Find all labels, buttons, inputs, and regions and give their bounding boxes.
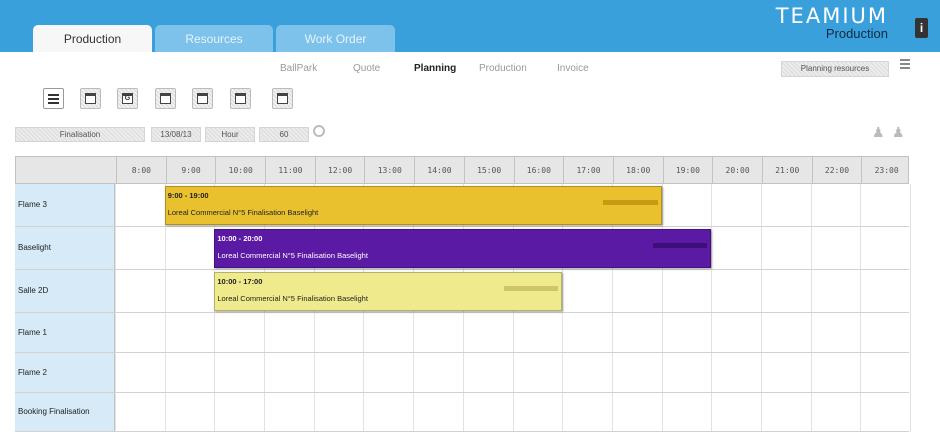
info-icon[interactable]: i (915, 18, 928, 38)
planning-grid: 8:00 9:00 10:00 11:00 12:00 13:00 14:00 15:00 16… (15, 156, 911, 432)
hour-header: 11:00 (265, 157, 315, 184)
tab-work-order[interactable]: Work Order (276, 25, 395, 52)
hour-header: 20:00 (712, 157, 762, 184)
event-progress-stripe (652, 243, 708, 248)
hour-header: 14:00 (414, 157, 464, 184)
hour-header: 18:00 (612, 157, 663, 184)
hour-header: 23:00 (861, 157, 911, 184)
toolbar-glyph-text: G (124, 95, 131, 102)
event-time: 10:00 - 20:00 (217, 234, 263, 243)
calendar-split-icon[interactable] (230, 88, 251, 109)
resource-label: Booking Finalisation (15, 393, 115, 431)
refresh-icon[interactable] (313, 125, 325, 137)
tab-production[interactable]: Production (33, 25, 152, 52)
calendar-day-icon-glyph (160, 93, 171, 104)
planning-resources-button[interactable]: Planning resources (781, 61, 889, 77)
calendar-split-icon-glyph (235, 93, 246, 104)
subnav-quote[interactable]: Quote (353, 63, 380, 74)
event-title: Loreal Commercial N°5 Finalisation Basel… (167, 208, 319, 217)
resource-row[interactable]: Flame 1 (15, 313, 909, 353)
booking-event[interactable]: 10:00 - 17:00 Loreal Commercial N°5 Final… (214, 272, 563, 311)
category-field[interactable]: Finalisation (15, 127, 145, 142)
grid-line (910, 184, 911, 432)
hour-header: 21:00 (761, 157, 812, 184)
grid-g-icon[interactable]: G (117, 88, 138, 109)
hour-header: 8:00 (116, 157, 166, 184)
resource-label: Flame 3 (15, 184, 115, 226)
list-menu-icon[interactable] (900, 59, 910, 73)
event-title: Loreal Commercial N°5 Finalisation Basel… (217, 251, 368, 260)
resource-row[interactable]: Booking Finalisation (15, 393, 909, 432)
calendar-day-icon[interactable] (155, 88, 176, 109)
hour-header: 15:00 (463, 157, 514, 184)
subnav-invoice[interactable]: Invoice (557, 63, 589, 74)
teamium-logo: TEAMIUM Production (776, 6, 888, 41)
event-progress-stripe (503, 286, 559, 291)
hour-header: 9:00 (165, 157, 216, 184)
tab-resources[interactable]: Resources (155, 25, 273, 52)
hour-header: 19:00 (662, 157, 713, 184)
resource-row[interactable]: Flame 2 (15, 353, 909, 393)
calendar-week-icon-glyph (197, 93, 208, 104)
event-progress-stripe (602, 200, 658, 205)
hour-header: 10:00 (215, 157, 265, 184)
hour-header: 22:00 (811, 157, 862, 184)
booking-event[interactable]: 9:00 - 19:00 Loreal Commercial N°5 Finali… (164, 186, 662, 225)
logo-brand: TEAMIUM (775, 4, 888, 28)
subnav-production[interactable]: Production (479, 63, 527, 74)
list-view-icon-glyph (85, 93, 96, 104)
logo-product: Production (825, 26, 888, 41)
hamburger-menu-icon[interactable] (43, 88, 64, 109)
event-time: 9:00 - 19:00 (167, 191, 209, 200)
hour-header: 12:00 (314, 157, 365, 184)
resource-label: Flame 1 (15, 313, 115, 352)
resource-label: Flame 2 (15, 353, 115, 392)
subnav-ballpark[interactable]: BallPark (280, 63, 317, 74)
calendar-week-icon[interactable] (192, 88, 213, 109)
resource-label: Salle 2D (15, 270, 115, 312)
calendar-month-icon-glyph (277, 93, 288, 104)
add-person-icon[interactable]: ♟ (872, 124, 885, 140)
booking-event[interactable]: 10:00 - 20:00 Loreal Commercial N°5 Final… (214, 229, 712, 268)
date-field[interactable]: 13/08/13 (151, 127, 201, 142)
unit-field[interactable]: Hour (205, 127, 255, 142)
top-bar: Production Resources Work Order TEAMIUM … (0, 0, 940, 52)
list-view-icon[interactable] (80, 88, 101, 109)
add-group-icon[interactable]: ♟ (892, 124, 905, 140)
step-field[interactable]: 60 (259, 127, 309, 142)
subnav-planning[interactable]: Planning (414, 63, 456, 74)
hour-header: 13:00 (364, 157, 414, 184)
event-title: Loreal Commercial N°5 Finalisation Basel… (217, 294, 368, 303)
resource-label: Baselight (15, 227, 115, 269)
hour-header: 17:00 (563, 157, 613, 184)
event-time: 10:00 - 17:00 (217, 277, 263, 286)
calendar-month-icon[interactable] (272, 88, 293, 109)
time-header-row: 8:00 9:00 10:00 11:00 12:00 13:00 14:00 15:00 16… (15, 156, 909, 184)
hour-header: 16:00 (513, 157, 564, 184)
